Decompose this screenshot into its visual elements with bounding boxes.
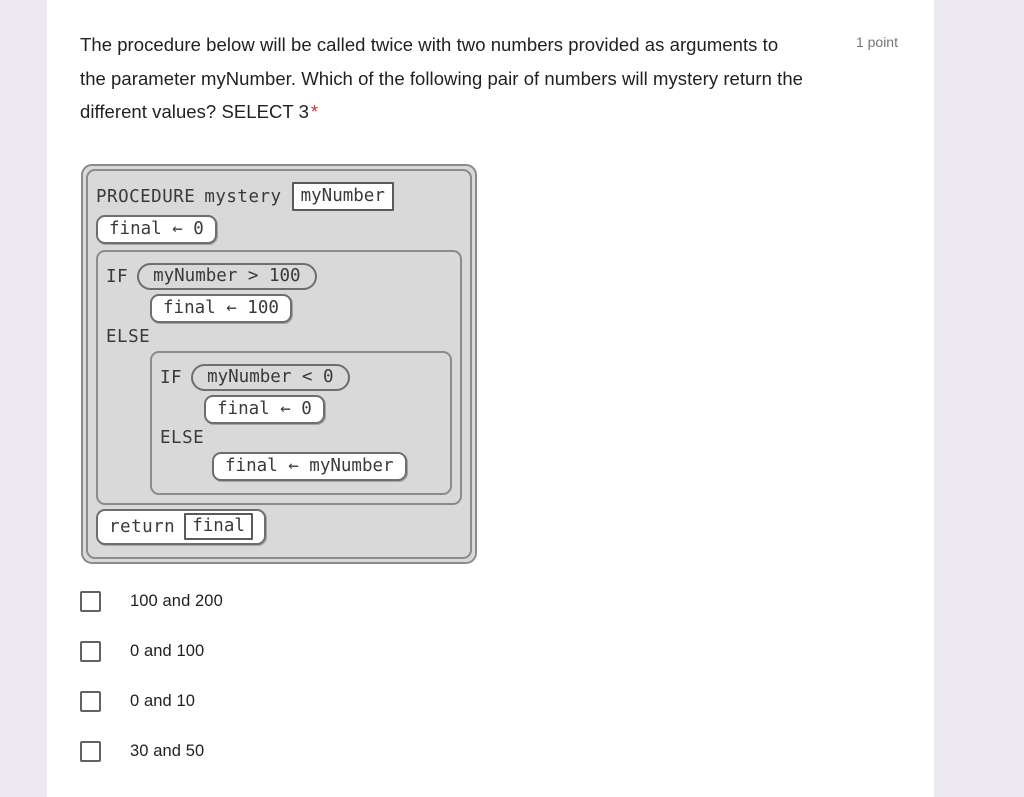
question-title: The procedure below will be called twice… [80,28,808,129]
question-title-text: The procedure below will be called twice… [80,34,803,122]
option-label: 0 and 100 [130,641,205,660]
question-block: The procedure below will be called twice… [80,28,910,129]
inner-if-then-line: final ← 0 [204,395,442,424]
inner-if-block: IF myNumber < 0 final ← 0 ELSE final ← m… [150,351,452,495]
inner-if-keyword: IF [160,367,183,388]
procedure-parameter-box: myNumber [291,182,394,211]
outer-if-block: IF myNumber > 100 final ← 100 ELSE IF my… [96,250,462,505]
points-label: 1 point [855,34,898,50]
option-label: 0 and 10 [130,691,196,710]
checkbox-icon[interactable] [80,740,101,762]
outer-if-then-statement: final ← 100 [150,294,292,323]
procedure-signature-line: PROCEDURE mystery myNumber [96,182,462,211]
inner-if-condition: myNumber < 0 [191,364,350,391]
outer-if-condition: myNumber > 100 [137,263,317,290]
option-row[interactable]: 0 and 10 [80,676,580,726]
option-row[interactable]: 100 and 200 [80,576,580,626]
outer-if-then-line: final ← 100 [150,294,452,323]
outer-if-line: IF myNumber > 100 [106,263,452,290]
form-question-card: The procedure below will be called twice… [47,0,934,797]
inner-if-then-statement: final ← 0 [204,395,325,424]
return-value-box: final [184,513,253,540]
pseudocode-diagram: PROCEDURE mystery myNumber final ← 0 IF … [81,164,477,564]
checkbox-icon[interactable] [80,590,101,612]
procedure-name: mystery [204,186,282,207]
procedure-keyword: PROCEDURE [96,186,196,207]
option-label: 30 and 50 [130,741,205,760]
option-row[interactable]: 30 and 50 [80,726,580,776]
outer-if-keyword: IF [106,266,129,287]
init-statement-line: final ← 0 [96,215,462,244]
required-asterisk: * [310,101,319,122]
procedure-body: PROCEDURE mystery myNumber final ← 0 IF … [86,169,472,559]
option-row[interactable]: 0 and 100 [80,626,580,676]
inner-else-keyword: ELSE [160,428,205,448]
return-line: return final [96,509,462,545]
outer-else-line: ELSE [106,327,452,347]
question-header-row: The procedure below will be called twice… [80,28,910,129]
return-keyword: return [109,516,176,537]
inner-else-line: ELSE [160,428,442,448]
outer-else-keyword: ELSE [106,327,151,347]
checkbox-icon[interactable] [80,640,101,662]
checkbox-icon[interactable] [80,690,101,712]
inner-else-statement-line: final ← myNumber [212,452,442,481]
procedure-outer-frame: PROCEDURE mystery myNumber final ← 0 IF … [81,164,477,564]
inner-else-statement: final ← myNumber [212,452,407,481]
init-statement: final ← 0 [96,215,217,244]
inner-if-line: IF myNumber < 0 [160,364,442,391]
option-label: 100 and 200 [130,591,223,610]
options-list: 100 and 200 0 and 100 0 and 10 30 and 50 [80,576,580,776]
return-statement: return final [96,509,266,545]
